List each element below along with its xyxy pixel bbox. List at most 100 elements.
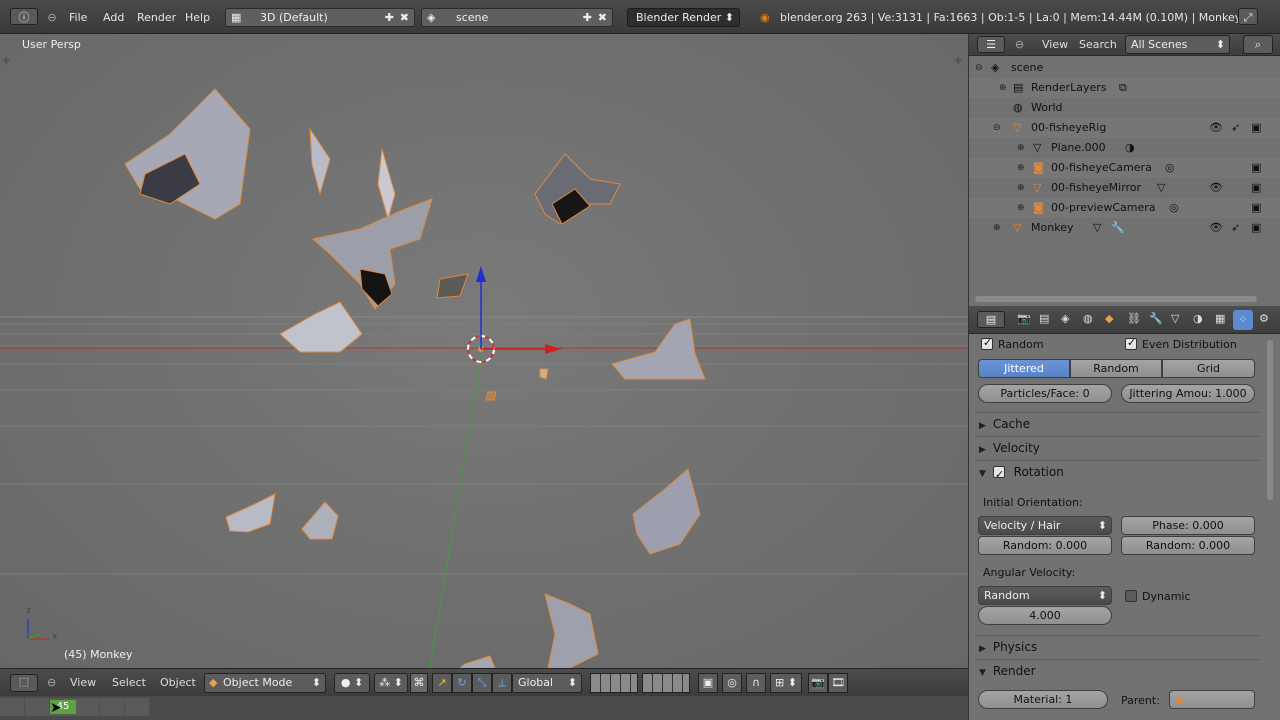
render-animation-icon[interactable]: 🎞 [828,673,848,693]
menu-object[interactable]: Object [160,676,196,690]
panel-physics[interactable]: ▶ Physics [975,635,1260,657]
3d-viewport[interactable]: User Persp ✚ ✚ z x (45) Monkey [0,34,968,668]
remove-screen-icon[interactable]: ✖ [400,9,409,26]
menu-file[interactable]: File [69,9,87,26]
visibility-eye-icon[interactable]: 👁 [1209,118,1223,138]
renderable-camera-icon[interactable]: ▣ [1251,178,1261,198]
outliner-item-scene[interactable]: ⊖ ◈ scene [969,58,1280,78]
rotate-manipulator-icon[interactable]: ↻ [452,673,472,693]
panel-velocity[interactable]: ▶ Velocity [975,436,1260,458]
outliner-item-renderlayers[interactable]: ⊕ ▤ RenderLayers ⧉ [969,78,1280,98]
tab-physics-icon[interactable]: ⚙ [1259,312,1269,325]
remove-scene-icon[interactable]: ✖ [598,9,607,26]
orientation-random-field[interactable]: Random: 0.000 [978,536,1112,555]
tab-modifiers-icon[interactable]: 🔧 [1149,312,1163,325]
properties-editor-icon[interactable]: ▤ [977,311,1005,328]
menu-render[interactable]: Render [137,9,176,26]
tab-grid[interactable]: Grid [1162,359,1255,378]
initial-orientation-selector[interactable]: Velocity / Hair ⬍ [978,516,1112,535]
tab-object-icon[interactable]: ◆ [1105,312,1113,325]
panel-render[interactable]: ▼ Render [975,659,1260,681]
mode-selector[interactable]: ◆ Object Mode ⬍ [204,673,326,693]
search-icon[interactable]: ⌕ [1243,35,1273,54]
tab-render-icon[interactable]: 📷 [1017,312,1031,325]
falloff-icon[interactable]: ∩ [746,673,766,693]
selectable-cursor-icon[interactable]: ➶ [1231,218,1240,238]
info-editor-icon[interactable]: ⓘ [10,8,38,25]
render-engine-selector[interactable]: Blender Render ⬍ [627,8,740,27]
add-scene-icon[interactable]: ✚ [583,9,592,26]
scale-manipulator-icon[interactable]: ⤡ [472,673,492,693]
menu-view[interactable]: View [70,676,96,690]
panel-rotation[interactable]: ▼ Rotation [975,460,1260,486]
angular-velocity-amount-field[interactable]: 4.000 [978,606,1112,625]
tab-particles-icon[interactable]: ⁘ [1233,310,1253,330]
expand-icon[interactable]: ⊕ [993,218,1003,238]
particles-face-field[interactable]: Particles/Face: 0 [978,384,1112,403]
add-screen-icon[interactable]: ✚ [385,9,394,26]
transform-orientation-selector[interactable]: Global ⬍ [512,673,582,693]
pivot-selector[interactable]: ⁂ ⬍ [374,673,408,693]
viewport-shading-selector[interactable]: ● ⬍ [334,673,370,693]
outliner-menu-view[interactable]: View [1042,38,1068,51]
angular-velocity-mode-selector[interactable]: Random ⬍ [978,586,1112,605]
renderable-camera-icon[interactable]: ▣ [1251,218,1261,238]
layers-grid-1[interactable] [590,673,638,693]
dynamic-checkbox[interactable]: Dynamic [1125,590,1191,603]
renderable-camera-icon[interactable]: ▣ [1251,118,1261,138]
properties-scrollbar[interactable] [1267,340,1273,500]
translate-manipulator-icon[interactable]: ↗ [432,673,452,693]
outliner-item-world[interactable]: ◍ World [969,98,1280,118]
renderable-camera-icon[interactable]: ▣ [1251,158,1261,178]
menu-help[interactable]: Help [185,9,210,26]
renderable-camera-icon[interactable]: ▣ [1251,198,1261,218]
menu-add[interactable]: Add [103,9,124,26]
phase-field[interactable]: Phase: 0.000 [1121,516,1255,535]
tab-texture-icon[interactable]: ▦ [1215,312,1225,325]
outliner-item-fisheyemirror[interactable]: ⊕ ▽ 00-fisheyeMirror ▽ 👁 ▣ [969,178,1280,198]
outliner-item-fisheyecamera[interactable]: ⊕ ◙ 00-fisheyeCamera ◎ ▣ [969,158,1280,178]
outliner-scrollbar[interactable] [975,296,1257,302]
screen-layout-selector[interactable]: ▦ 3D (Default) ✚ ✖ [225,8,415,27]
display-mode-selector[interactable]: All Scenes ⬍ [1125,35,1230,54]
lock-layers-icon[interactable]: ▣ [698,673,718,693]
tab-layers-icon[interactable]: ▤ [1039,312,1049,325]
panel-cache[interactable]: ▶ Cache [975,412,1260,434]
tab-random[interactable]: Random [1070,359,1162,378]
collapse-icon[interactable]: ⊖ [993,118,1003,138]
outliner-editor-icon[interactable]: ☰ [977,36,1005,53]
collapse-menu-icon[interactable]: ⊖ [1015,38,1024,51]
jittering-amount-field[interactable]: Jittering Amou: 1.000 [1121,384,1255,403]
layers-grid-2[interactable] [642,673,690,693]
expand-icon[interactable]: ⊕ [1017,138,1027,158]
tab-material-icon[interactable]: ◑ [1193,312,1203,325]
outliner-item-plane000[interactable]: ⊕ ▽ Plane.000 ◑ [969,138,1280,158]
expand-icon[interactable]: ⊕ [999,78,1009,98]
collapse-menu-icon[interactable]: ⊖ [47,676,56,690]
tab-scene-icon[interactable]: ◈ [1061,312,1069,325]
collapse-menu-icon[interactable]: ⊖ [46,9,58,26]
outliner-item-fisheyerig[interactable]: ⊖ ▽ 00-fisheyeRig 👁 ➶ ▣ [969,118,1280,138]
outliner-item-monkey[interactable]: ⊕ ▽ Monkey ▽ 🔧 👁 ➶ ▣ [969,218,1280,238]
phase-random-field[interactable]: Random: 0.000 [1121,536,1255,555]
fullscreen-icon[interactable]: ⤢ [1238,8,1258,25]
material-field[interactable]: Material: 1 [978,690,1108,709]
transform-space-icon[interactable]: ⟂ [492,673,512,693]
outliner-item-previewcamera[interactable]: ⊕ ◙ 00-previewCamera ◎ ▣ [969,198,1280,218]
tab-data-icon[interactable]: ▽ [1171,312,1179,325]
outliner-menu-search[interactable]: Search [1079,38,1117,51]
editor-type-icon[interactable]: ⬚ [10,674,38,692]
selectable-cursor-icon[interactable]: ➶ [1231,118,1240,138]
rotation-checkbox[interactable] [992,464,1005,486]
render-icon[interactable]: 📷 [808,673,828,693]
random-checkbox[interactable]: Random [981,336,1044,351]
expand-icon[interactable]: ⊕ [1017,158,1027,178]
manipulator-toggle-icon[interactable]: ⌘ [410,673,428,693]
tab-world-icon[interactable]: ◍ [1083,312,1093,325]
expand-icon[interactable]: ⊕ [1017,198,1027,218]
scene-selector[interactable]: ◈ scene ✚ ✖ [421,8,613,27]
timeline[interactable]: 45 ➤ [0,696,968,720]
tab-jittered[interactable]: Jittered [978,359,1070,378]
collapse-icon[interactable]: ⊖ [975,58,985,78]
snap-icon[interactable]: ⊞ ⬍ [770,673,802,693]
